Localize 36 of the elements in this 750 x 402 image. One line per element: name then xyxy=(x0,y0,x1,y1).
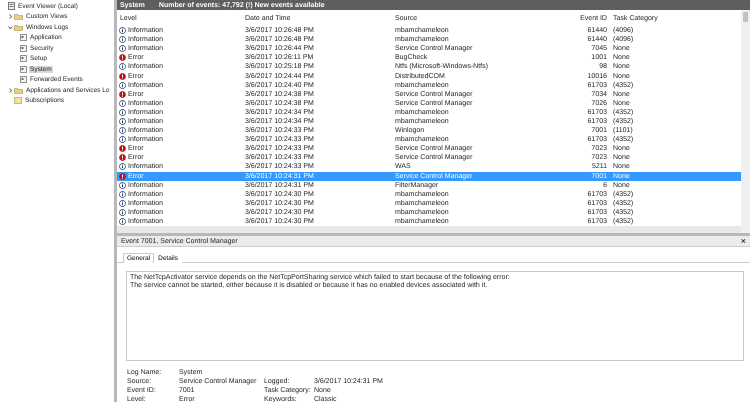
log-icon xyxy=(20,55,27,62)
info-icon xyxy=(119,36,126,44)
error-icon xyxy=(119,145,126,152)
chevron-right-icon[interactable] xyxy=(8,14,13,20)
info-icon xyxy=(119,100,126,107)
log-icon xyxy=(20,76,27,84)
subscriptions-icon xyxy=(14,97,22,104)
log-icon xyxy=(20,44,27,52)
log-icon xyxy=(20,34,27,42)
info-icon xyxy=(119,27,126,34)
info-icon xyxy=(119,218,126,226)
info-icon xyxy=(119,163,126,170)
horizontal-scrollbar[interactable] xyxy=(117,226,741,234)
vertical-scrollbar[interactable] xyxy=(741,10,750,233)
info-icon xyxy=(119,127,126,134)
log-viewer-icon xyxy=(8,2,15,10)
info-icon xyxy=(119,200,126,207)
error-icon xyxy=(119,172,126,180)
chevron-down-icon[interactable] xyxy=(8,24,13,30)
info-icon xyxy=(119,118,126,125)
error-icon xyxy=(119,72,126,80)
info-icon xyxy=(119,208,126,216)
info-icon xyxy=(119,190,126,198)
info-icon xyxy=(119,136,126,144)
error-icon xyxy=(119,54,126,62)
log-icon xyxy=(20,66,27,73)
info-icon xyxy=(119,108,126,116)
close-button[interactable]: × xyxy=(740,236,746,246)
error-icon xyxy=(119,90,126,98)
info-icon xyxy=(119,82,126,89)
info-icon xyxy=(119,182,126,189)
error-icon xyxy=(119,154,126,162)
chevron-right-icon[interactable] xyxy=(8,88,13,93)
folder-icon xyxy=(14,86,23,94)
info-icon xyxy=(119,63,126,70)
info-icon xyxy=(119,45,126,52)
